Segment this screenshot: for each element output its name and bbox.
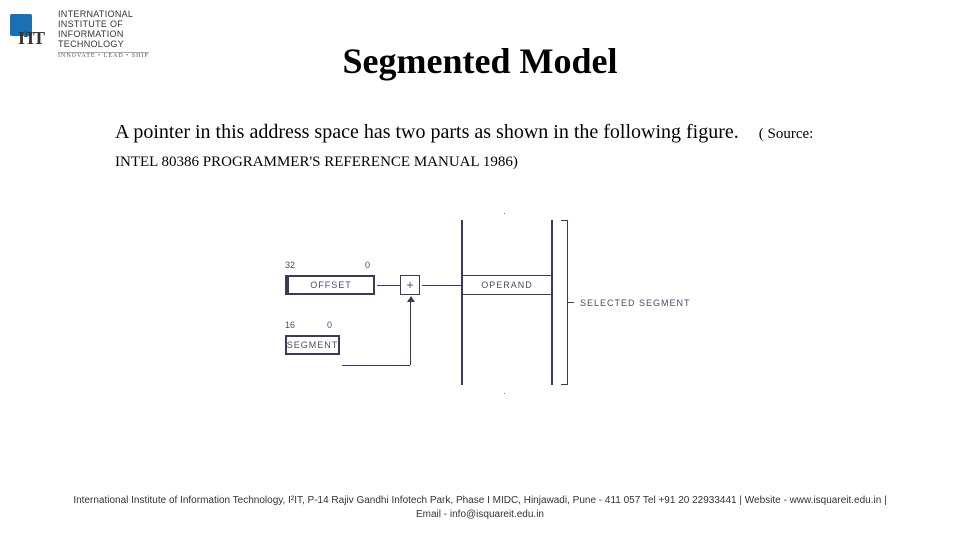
offset-bit-high: 32 bbox=[285, 260, 295, 270]
segment-box: SEGMENT bbox=[285, 335, 340, 355]
line-segment-horiz bbox=[342, 365, 410, 366]
segmented-pointer-diagram: 32 0 OFFSET 16 0 SEGMENT + · · OPERAND S… bbox=[285, 220, 695, 400]
line-offset-to-adder bbox=[377, 285, 400, 286]
selected-segment-label: SELECTED SEGMENT bbox=[580, 298, 691, 308]
memory-column bbox=[461, 220, 553, 385]
offset-group: 32 0 OFFSET bbox=[285, 275, 375, 295]
slide: I2IT International Institute of Informat… bbox=[0, 0, 960, 540]
memory-ellipsis-bottom: · bbox=[503, 388, 506, 398]
segment-bit-high: 16 bbox=[285, 320, 295, 330]
body-sentence: A pointer in this address space has two … bbox=[115, 121, 739, 143]
memory-ellipsis-top: · bbox=[503, 208, 506, 218]
body-text: A pointer in this address space has two … bbox=[115, 118, 845, 174]
slide-title: Segmented Model bbox=[0, 40, 960, 82]
operand-box: OPERAND bbox=[463, 275, 551, 295]
footer-text: International Institute of Information T… bbox=[0, 494, 960, 522]
adder-box: + bbox=[400, 275, 420, 295]
line-segment-vert bbox=[410, 300, 411, 365]
brace-icon bbox=[561, 220, 575, 385]
footer-line-1: International Institute of Information T… bbox=[73, 495, 886, 506]
arrow-up-icon bbox=[407, 296, 415, 302]
segment-bit-low: 0 bbox=[327, 320, 332, 330]
segment-group: 16 0 SEGMENT bbox=[285, 335, 340, 355]
line-adder-to-memory bbox=[422, 285, 461, 286]
offset-box: OFFSET bbox=[285, 275, 375, 295]
offset-bit-low: 0 bbox=[365, 260, 370, 270]
footer-line-2: Email - info@isquareit.edu.in bbox=[416, 509, 544, 520]
